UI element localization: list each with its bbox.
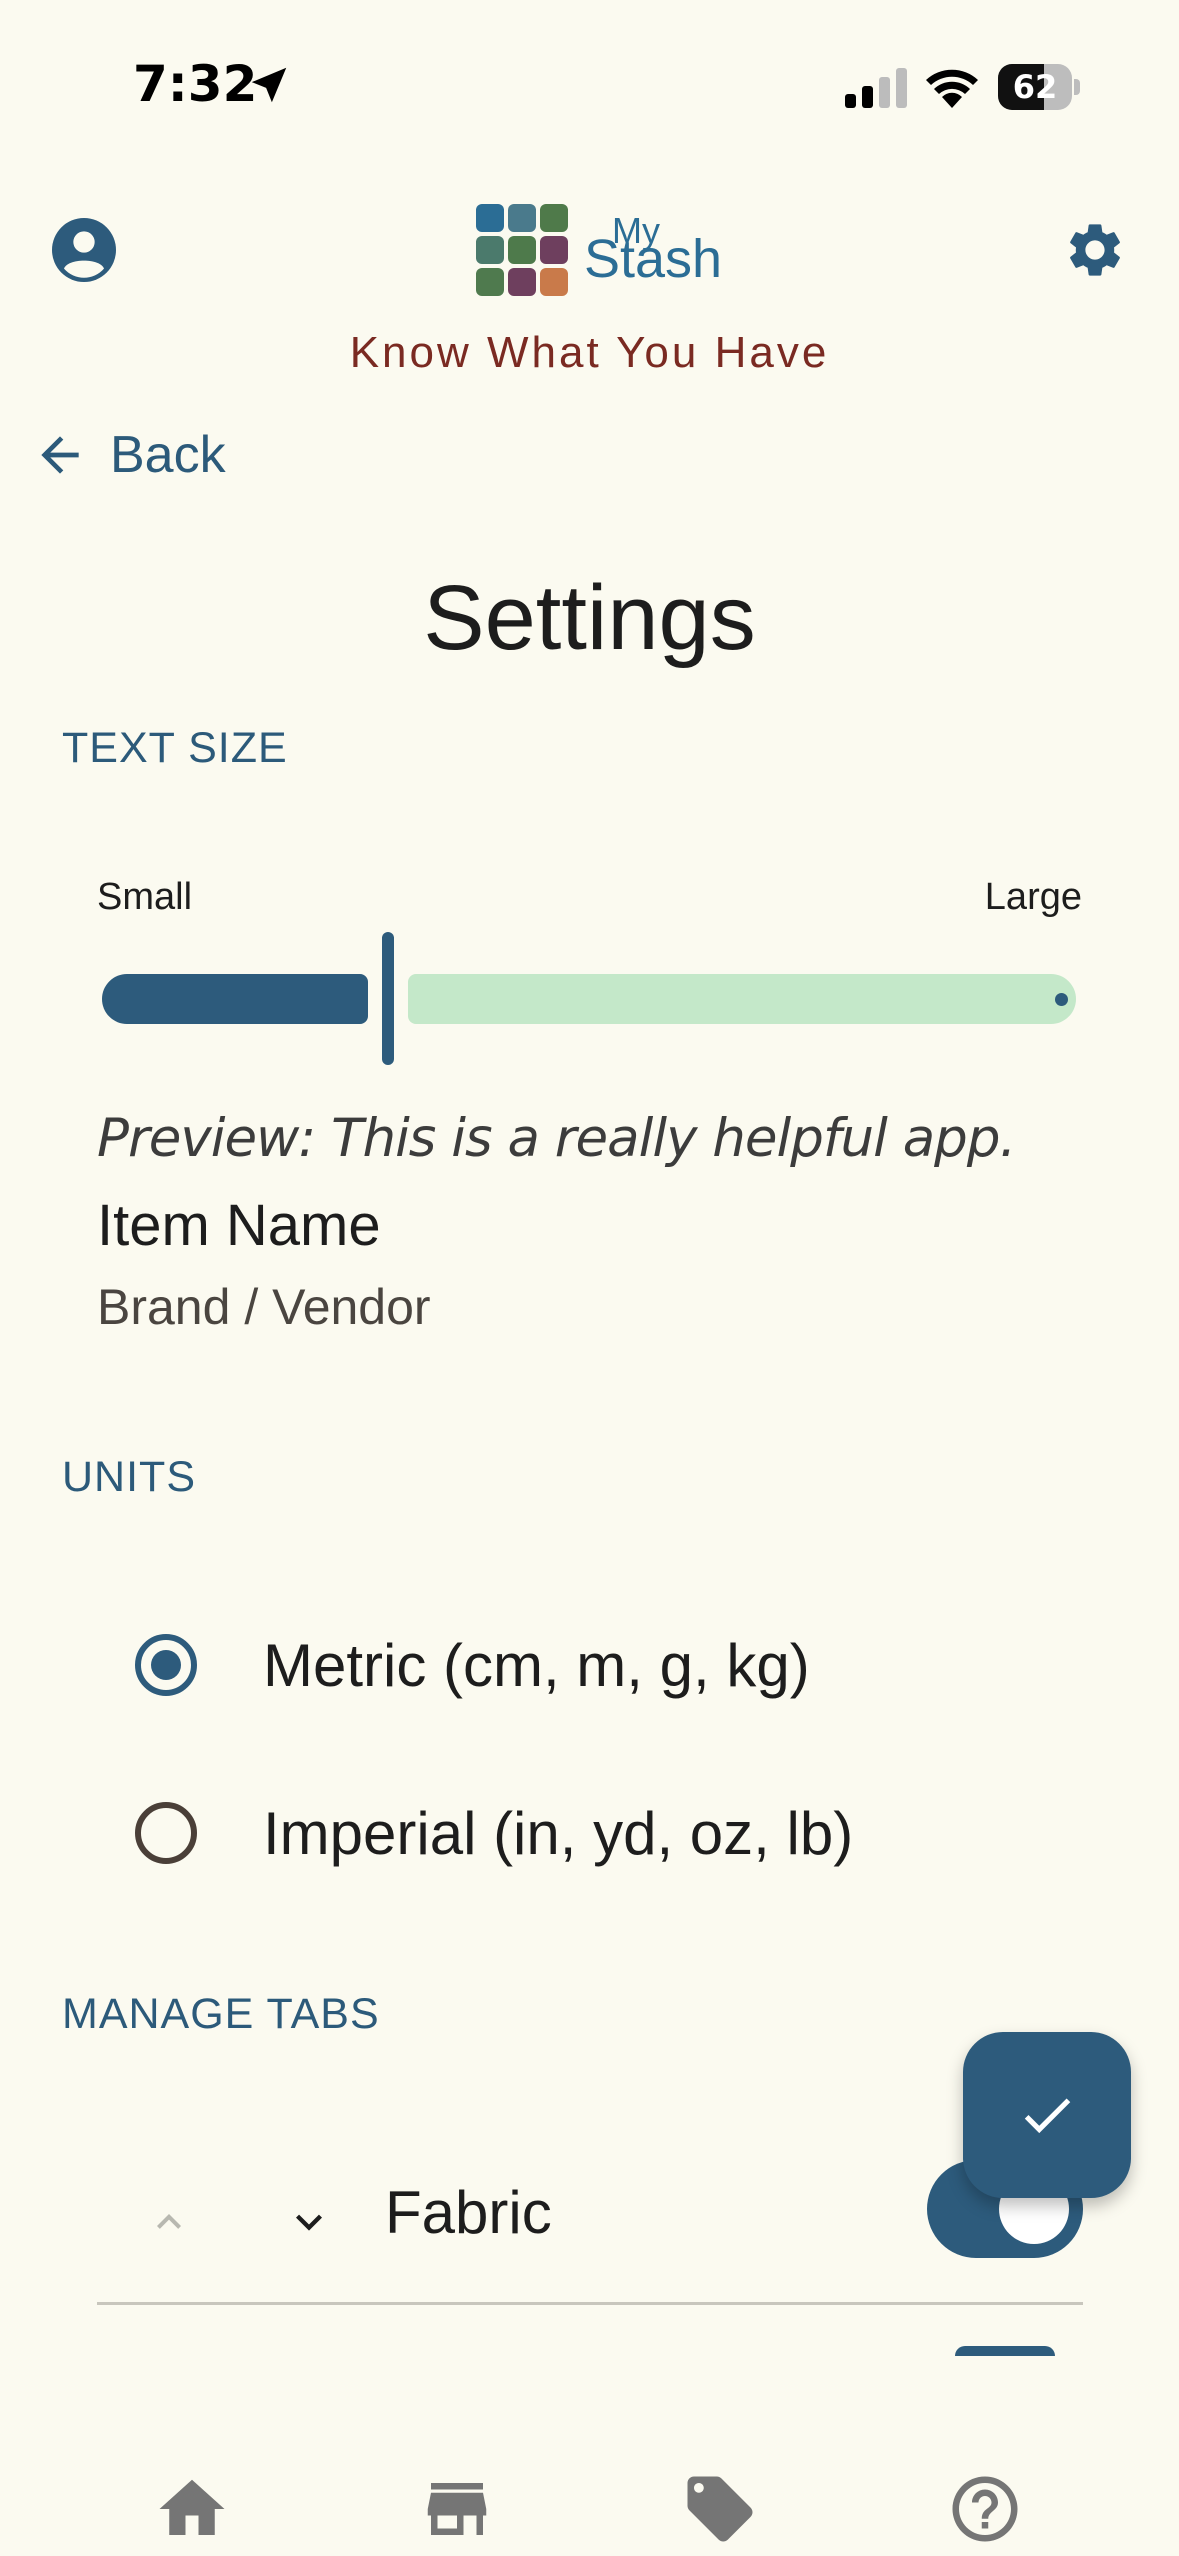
radio-unselected-icon[interactable]: [135, 1802, 197, 1864]
help-icon[interactable]: [946, 2470, 1024, 2548]
unit-option-label: Imperial (in, yd, oz, lb): [263, 1799, 854, 1867]
text-size-slider[interactable]: [97, 930, 1080, 1070]
logo-tile: [540, 204, 568, 232]
slider-active-track: [102, 974, 368, 1024]
logo-mark: [476, 204, 568, 296]
slider-inactive-track: [408, 974, 1076, 1024]
unit-option-imperial[interactable]: Imperial (in, yd, oz, lb): [135, 1778, 853, 1888]
logo-tile: [540, 268, 568, 296]
chevron-up-icon[interactable]: [145, 2198, 193, 2246]
cellular-signal-icon: [845, 68, 907, 108]
check-icon: [1024, 2098, 1071, 2134]
battery-icon: 62: [998, 64, 1080, 110]
arrow-left-icon: [41, 436, 79, 474]
logo-tile: [476, 204, 504, 232]
logo-tile: [508, 204, 536, 232]
divider: [97, 2302, 1083, 2305]
tagline: Know What You Have: [349, 328, 830, 377]
home-icon[interactable]: [153, 2470, 231, 2548]
chevron-down-icon[interactable]: [283, 2196, 335, 2248]
sample-brand: Brand / Vendor: [97, 1279, 431, 1335]
logo-tile: [476, 236, 504, 264]
section-label-manage-tabs: MANAGE TABS: [62, 1990, 380, 2038]
logo-tile: [508, 236, 536, 264]
tab-visibility-toggle[interactable]: [955, 2346, 1055, 2356]
radio-selected-icon[interactable]: [135, 1634, 197, 1696]
sample-item-name: Item Name: [97, 1193, 381, 1258]
logo-tile: [540, 236, 568, 264]
logo-tile: [508, 268, 536, 296]
back-button[interactable]: Back: [32, 420, 226, 490]
slider-max-label: Large: [984, 876, 1082, 918]
unit-option-metric[interactable]: Metric (cm, m, g, kg): [135, 1610, 810, 1720]
slider-min-label: Small: [97, 876, 193, 918]
unit-option-label: Metric (cm, m, g, kg): [263, 1631, 810, 1699]
slider-stop-indicator: [1055, 993, 1068, 1006]
wifi-icon: [926, 69, 978, 108]
status-time: 7:32: [133, 55, 258, 113]
logo-tile: [476, 268, 504, 296]
section-label-units: UNITS: [62, 1453, 196, 1501]
profile-icon[interactable]: [52, 218, 116, 282]
tag-icon[interactable]: [681, 2470, 759, 2548]
page-title: Settings: [423, 567, 756, 669]
back-label: Back: [110, 426, 226, 484]
location-arrow-icon: [251, 67, 287, 103]
store-icon[interactable]: [418, 2470, 496, 2548]
battery-percent: 62: [1012, 68, 1058, 106]
logo-text-stash: Stash: [584, 229, 723, 289]
preview-text: Preview: This is a really helpful app.: [97, 1108, 1016, 1169]
save-button[interactable]: [963, 2032, 1131, 2198]
section-label-text-size: TEXT SIZE: [62, 724, 288, 772]
bottom-navigation: [0, 2440, 1179, 2556]
tab-row-fabric: Fabric: [97, 2160, 1083, 2300]
tab-name-label: Fabric: [385, 2179, 552, 2246]
gear-icon[interactable]: [1063, 218, 1127, 282]
slider-thumb[interactable]: [382, 932, 394, 1065]
